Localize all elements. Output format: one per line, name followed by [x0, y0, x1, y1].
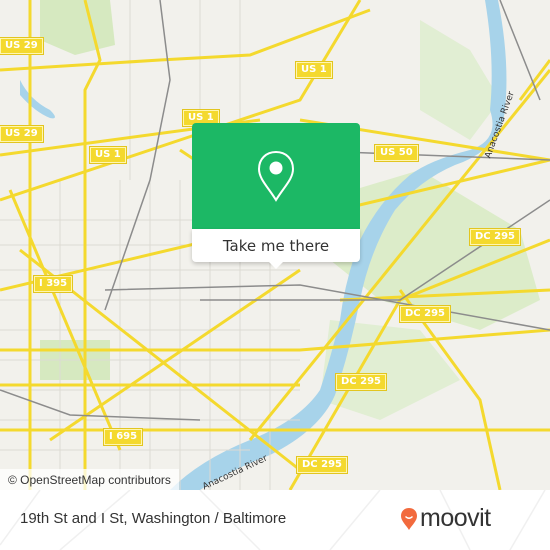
take-me-there-button[interactable]: Take me there	[192, 229, 360, 262]
route-shield-us1: US 1	[295, 61, 333, 79]
popup-header[interactable]	[192, 123, 360, 229]
park-area	[40, 0, 115, 55]
location-title: 19th St and I St, Washington / Baltimore	[20, 510, 287, 527]
route-shield-i695: I 695	[102, 428, 144, 446]
map-attribution[interactable]: © OpenStreetMap contributors	[0, 469, 179, 490]
route-shield-i395: I 395	[32, 275, 74, 293]
location-pin-icon	[257, 150, 295, 202]
route-shield-dc295: DC 295	[399, 305, 451, 323]
moovit-logo[interactable]: moovit	[400, 504, 491, 533]
attribution-text: © OpenStreetMap contributors	[8, 472, 171, 487]
route-shield-us1: US 1	[89, 146, 127, 164]
route-shield-us50: US 50	[374, 144, 419, 162]
route-shield-dc295: DC 295	[469, 228, 521, 246]
reservoir	[20, 80, 55, 119]
popup-pointer	[268, 261, 284, 269]
park-area	[420, 20, 500, 140]
take-me-there-label: Take me there	[222, 236, 330, 255]
moovit-wordmark: moovit	[420, 504, 491, 532]
moovit-pin-icon	[401, 507, 417, 530]
route-shield-dc295: DC 295	[296, 456, 348, 474]
route-shield-us29: US 29	[0, 37, 44, 55]
route-shield-us29: US 29	[0, 125, 44, 143]
route-shield-dc295: DC 295	[335, 373, 387, 391]
